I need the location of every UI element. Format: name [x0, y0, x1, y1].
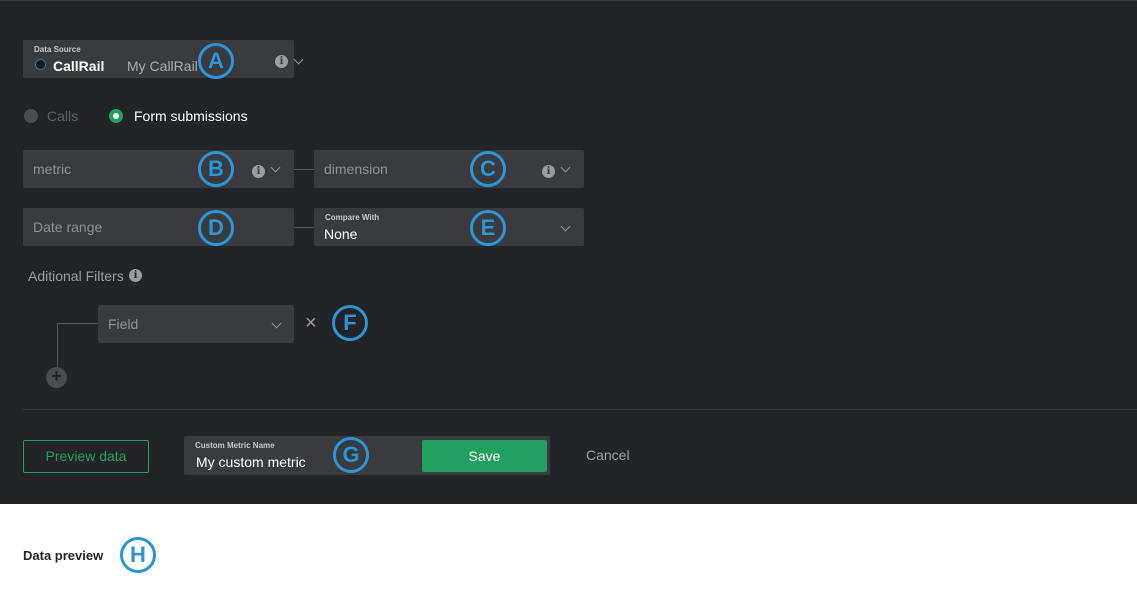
date-range-placeholder: Date range — [33, 219, 103, 235]
save-button[interactable]: Save — [422, 440, 547, 472]
custom-metric-name-value: My custom metric — [196, 454, 306, 470]
annotation-badge-d: D — [198, 210, 234, 246]
annotation-badge-e: E — [470, 210, 506, 246]
date-compare-connector — [294, 227, 314, 228]
dimension-placeholder: dimension — [324, 161, 388, 177]
metric-placeholder: metric — [33, 161, 72, 177]
dimension-select[interactable]: dimension i — [314, 150, 584, 188]
filter-field-select[interactable]: Field — [98, 305, 294, 343]
form-submissions-radio-label[interactable]: Form submissions — [134, 108, 248, 124]
metric-select[interactable]: metric i — [23, 150, 294, 188]
annotation-badge-b: B — [198, 151, 234, 187]
chevron-down-icon[interactable] — [560, 162, 571, 173]
calls-radio[interactable] — [24, 109, 38, 123]
custom-metric-name-label: Custom Metric Name — [195, 441, 275, 450]
metric-builder-panel: Data Source CallRail My CallRail i A Cal… — [0, 0, 1137, 504]
annotation-badge-g: G — [333, 437, 369, 473]
metric-dimension-connector — [294, 169, 314, 170]
filter-field-placeholder: Field — [108, 316, 139, 332]
info-icon[interactable]: i — [542, 165, 555, 178]
compare-with-label: Compare With — [325, 213, 380, 222]
compare-with-select[interactable]: Compare With None — [314, 208, 584, 246]
data-source-provider: CallRail — [53, 58, 105, 74]
filter-tree-horizontal-line — [57, 323, 98, 324]
add-filter-button[interactable]: + — [46, 366, 67, 388]
filter-tree-vertical-line — [57, 323, 58, 369]
info-icon[interactable]: i — [129, 269, 142, 282]
radio-selected-dot — [113, 113, 119, 119]
annotation-badge-a: A — [198, 43, 234, 79]
footer-divider — [23, 409, 1137, 410]
chevron-down-icon[interactable] — [271, 318, 282, 329]
compare-with-value: None — [324, 226, 358, 242]
annotation-badge-h: H — [120, 537, 156, 573]
data-source-label: Data Source — [34, 45, 81, 54]
preview-data-button[interactable]: Preview data — [23, 440, 149, 473]
chevron-down-icon[interactable] — [270, 162, 281, 173]
cancel-button[interactable]: Cancel — [586, 447, 630, 463]
data-source-select[interactable]: Data Source CallRail My CallRail i — [23, 40, 304, 78]
remove-filter-icon[interactable]: × — [305, 312, 317, 335]
callrail-logo-icon — [35, 59, 46, 70]
plus-icon: + — [51, 366, 62, 386]
chevron-down-icon[interactable] — [293, 54, 304, 65]
info-icon[interactable]: i — [252, 165, 265, 178]
date-range-input[interactable]: Date range — [23, 208, 294, 246]
annotation-badge-c: C — [470, 151, 506, 187]
data-source-account: My CallRail — [127, 58, 198, 74]
chevron-down-icon[interactable] — [560, 221, 571, 232]
calls-radio-label[interactable]: Calls — [47, 108, 78, 124]
form-submissions-radio[interactable] — [109, 109, 123, 123]
additional-filters-title: Aditional Filters — [28, 268, 124, 284]
info-icon[interactable]: i — [275, 55, 288, 68]
data-preview-title: Data preview — [23, 548, 104, 563]
annotation-badge-f: F — [332, 305, 368, 341]
